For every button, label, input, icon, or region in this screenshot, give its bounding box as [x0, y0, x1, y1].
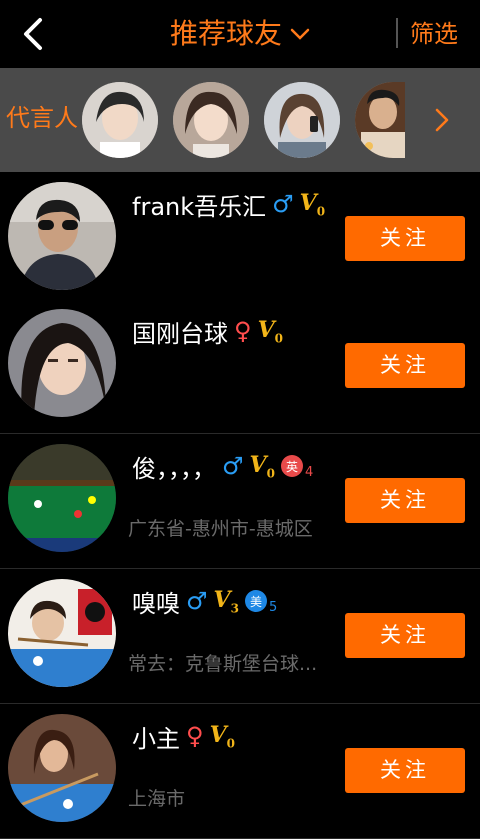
user-name: frank吾乐汇 [132, 192, 267, 221]
user-name-line: 国刚台球 ♀ V0 [132, 313, 283, 349]
vip-level-icon: V3 [213, 586, 239, 616]
follow-button[interactable]: 关注 [345, 343, 465, 388]
male-icon: ♂ [272, 190, 294, 218]
spokesperson-avatar[interactable] [355, 82, 405, 158]
spokesperson-avatar[interactable] [82, 82, 158, 158]
vip-level-icon: V0 [257, 316, 284, 346]
list-item[interactable]: frank吾乐汇 ♂ V0 关注 [0, 172, 480, 307]
follow-button[interactable]: 关注 [345, 613, 465, 658]
page-title-dropdown[interactable]: 推荐球友 [0, 14, 480, 54]
user-name: 嗅嗅 [132, 589, 180, 618]
list-item[interactable]: 小主 ♀ V0 上海市 关注 [0, 704, 480, 839]
follow-button[interactable]: 关注 [345, 216, 465, 261]
rank-badge: 英 [280, 455, 303, 477]
chevron-right-icon[interactable] [432, 106, 452, 134]
chevron-down-icon [290, 28, 310, 40]
avatar[interactable] [8, 444, 116, 552]
list-item[interactable]: 国刚台球 ♀ V0 关注 [0, 299, 480, 434]
male-icon: ♂ [222, 452, 244, 480]
female-icon: ♀ [234, 317, 252, 345]
follow-button[interactable]: 关注 [345, 748, 465, 793]
user-name-line: frank吾乐汇 ♂ V0 [132, 186, 325, 222]
follow-button[interactable]: 关注 [345, 478, 465, 523]
page-title: 推荐球友 [169, 17, 282, 50]
filter-button[interactable]: 筛选 [410, 18, 458, 50]
user-name: 国刚台球 [132, 319, 228, 348]
user-frequent-venue: 常去：克鲁斯堡台球... [128, 653, 318, 675]
female-icon: ♀ [186, 722, 204, 750]
list-item[interactable]: 嗅嗅 ♂ V3 美 5 常去：克鲁斯堡台球... 关注 [0, 569, 480, 704]
avatar[interactable] [8, 182, 116, 290]
spokesperson-avatar[interactable] [264, 82, 340, 158]
avatar[interactable] [8, 714, 116, 822]
user-name: 小主 [132, 724, 180, 753]
user-location: 上海市 [128, 788, 186, 810]
spokesperson-strip: 代言人 [0, 68, 480, 172]
list-item[interactable]: 俊，，，， ♂ V0 英 4 广东省-惠州市-惠城区 关注 [0, 434, 480, 569]
user-name-line: 小主 ♀ V0 [132, 718, 235, 754]
rank-badge-level: 5 [268, 599, 278, 615]
user-name-line: 俊，，，， ♂ V0 英 4 [132, 448, 313, 484]
vip-level-icon: V0 [209, 721, 236, 751]
user-name-line: 嗅嗅 ♂ V3 美 5 [132, 583, 277, 619]
male-icon: ♂ [186, 587, 208, 615]
avatar[interactable] [8, 579, 116, 687]
spokesperson-avatar[interactable] [173, 82, 249, 158]
vip-level-icon: V0 [249, 451, 275, 481]
user-location: 广东省-惠州市-惠城区 [128, 518, 313, 540]
vip-level-icon: V0 [299, 189, 326, 219]
divider [396, 18, 398, 48]
user-name: 俊，，，， [132, 454, 216, 483]
rank-badge: 美 [244, 590, 267, 612]
rank-badge-level: 4 [304, 464, 314, 480]
avatar[interactable] [8, 309, 116, 417]
spokesperson-label: 代言人 [6, 104, 78, 132]
top-bar: 推荐球友 筛选 [0, 0, 480, 68]
